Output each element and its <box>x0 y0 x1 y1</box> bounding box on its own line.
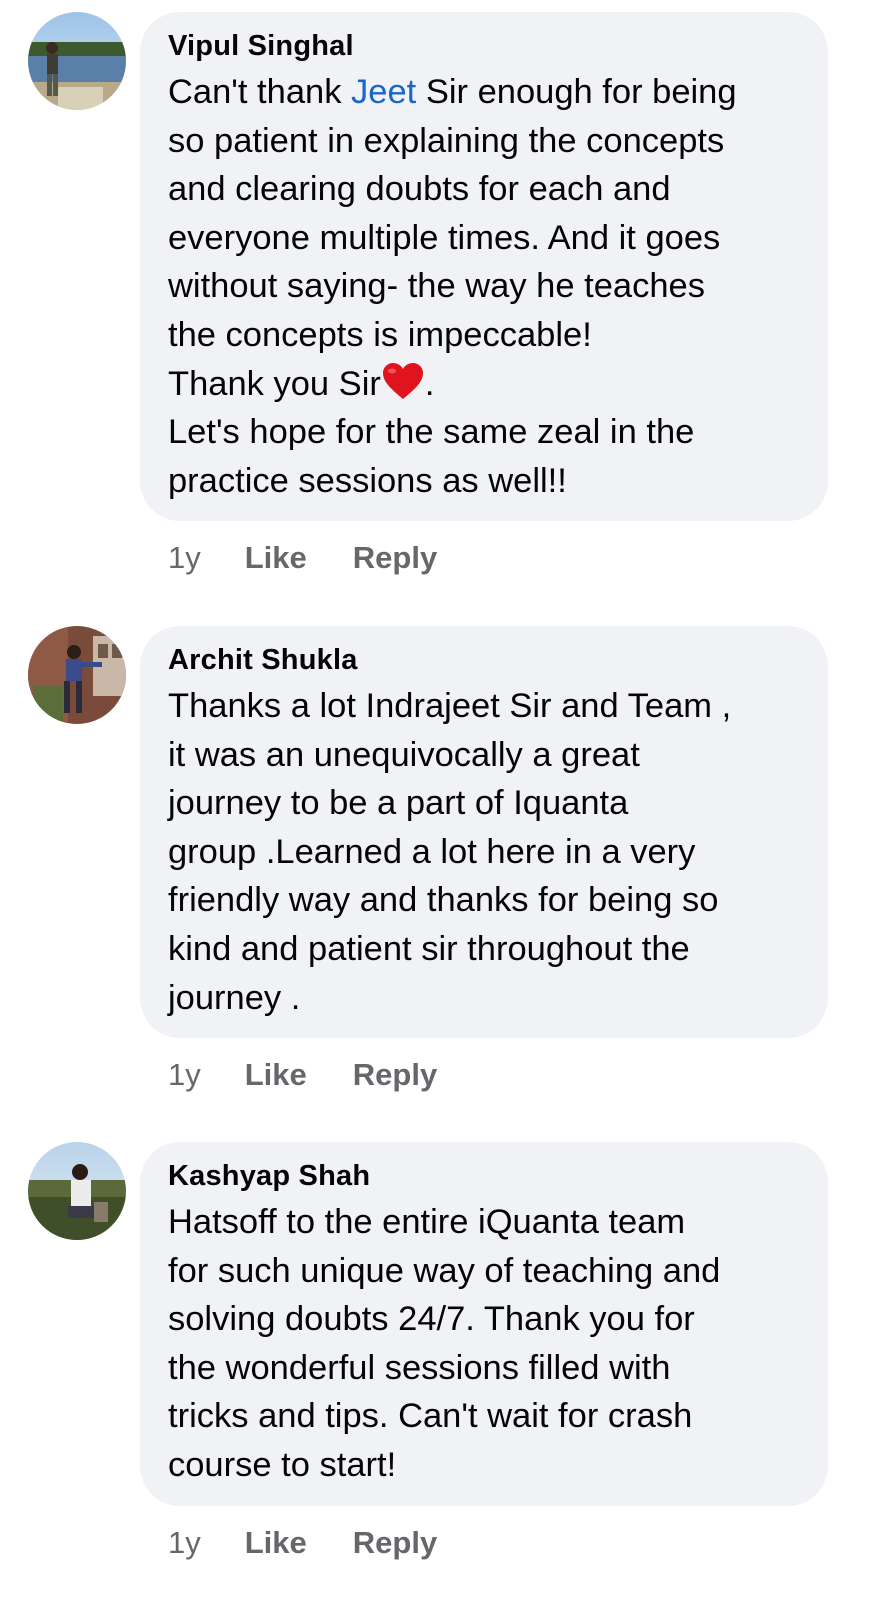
avatar-photo-icon <box>28 12 126 110</box>
text-line: it was an unequivocally a great <box>168 735 640 774</box>
text-line: solving doubts 24/7. Thank you for <box>168 1300 695 1339</box>
comment-actions: 1y Like Reply <box>168 538 437 578</box>
comment-text: Hatsoff to the entire iQuanta team for s… <box>168 1198 804 1490</box>
avatar[interactable] <box>28 626 126 724</box>
mention-link[interactable]: Jeet <box>351 73 416 111</box>
comment-timestamp[interactable]: 1y <box>168 1523 201 1563</box>
like-button[interactable]: Like <box>245 538 307 578</box>
reply-button[interactable]: Reply <box>353 538 437 578</box>
text-line: journey to be a part of Iquanta <box>168 784 629 823</box>
avatar[interactable] <box>28 1142 126 1240</box>
comment-timestamp[interactable]: 1y <box>168 1055 201 1095</box>
text-line: friendly way and thanks for being so <box>168 881 719 920</box>
text-line: and clearing doubts for each and <box>168 170 671 209</box>
text-line: Thanks a lot Indrajeet Sir and Team , <box>168 687 732 725</box>
text-line: tricks and tips. Can't wait for crash <box>168 1397 693 1436</box>
comment-bubble: Vipul Singhal Can't thank Jeet Sir enoug… <box>140 12 828 521</box>
text-run: Can't thank <box>168 73 352 111</box>
avatar-photo-icon <box>28 1142 126 1240</box>
text-run: Thank you Sir <box>168 364 381 403</box>
text-line: kind and patient sir throughout the <box>168 929 690 968</box>
comment-bubble: Archit Shukla Thanks a lot Indrajeet Sir… <box>140 626 828 1038</box>
comment-timestamp[interactable]: 1y <box>168 538 201 578</box>
comment-author[interactable]: Vipul Singhal <box>168 28 804 64</box>
text-line: course to start! <box>168 1445 397 1484</box>
text-line: Hatsoff to the entire iQuanta team <box>168 1203 686 1241</box>
text-line: the concepts is impeccable! <box>168 315 592 354</box>
like-button[interactable]: Like <box>245 1523 307 1563</box>
heart-emoji-icon <box>381 361 425 401</box>
comment-author[interactable]: Archit Shukla <box>168 642 804 678</box>
text-line: practice sessions as well!! <box>168 461 567 500</box>
comment-actions: 1y Like Reply <box>168 1523 437 1563</box>
comment-text: Can't thank Jeet Sir enough for being so… <box>168 68 804 505</box>
text-line: everyone multiple times. And it goes <box>168 218 721 257</box>
reply-button[interactable]: Reply <box>353 1055 437 1095</box>
text-line: Let's hope for the same zeal in the <box>168 413 695 452</box>
avatar[interactable] <box>28 12 126 110</box>
text-line: group .Learned a lot here in a very <box>168 832 696 871</box>
text-line: journey . <box>168 978 301 1017</box>
comment-bubble: Kashyap Shah Hatsoff to the entire iQuan… <box>140 1142 828 1506</box>
like-button[interactable]: Like <box>245 1055 307 1095</box>
text-line: the wonderful sessions filled with <box>168 1348 671 1387</box>
comment-actions: 1y Like Reply <box>168 1055 437 1095</box>
reply-button[interactable]: Reply <box>353 1523 437 1563</box>
text-line: for such unique way of teaching and <box>168 1251 721 1290</box>
comment-author[interactable]: Kashyap Shah <box>168 1158 804 1194</box>
text-line: so patient in explaining the concepts <box>168 121 725 160</box>
text-line: without saying- the way he teaches <box>168 267 705 306</box>
comment-text: Thanks a lot Indrajeet Sir and Team , it… <box>168 682 804 1022</box>
text-run: . <box>424 364 435 403</box>
text-run: Sir enough for being <box>416 73 737 111</box>
avatar-photo-icon <box>28 626 126 724</box>
